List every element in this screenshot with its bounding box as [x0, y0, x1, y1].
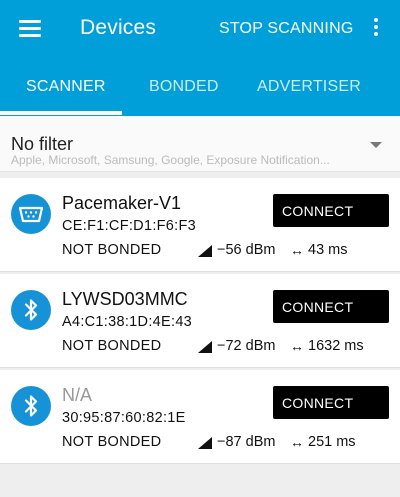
app-bar: Devices STOP SCANNING SCANNER BONDED ADV…: [0, 0, 400, 116]
serial-port-icon: [11, 194, 51, 234]
advertising-interval: 43 ms: [308, 242, 348, 258]
tab-scanner[interactable]: SCANNER: [26, 78, 106, 96]
device-name: N/A: [62, 385, 93, 405]
connect-button[interactable]: CONNECT: [273, 290, 389, 323]
signal-strength-icon: [198, 437, 212, 449]
device-name: LYWSD03MMC: [62, 289, 188, 309]
rssi-value: −56 dBm: [217, 242, 276, 258]
advertising-interval: 1632 ms: [308, 338, 364, 354]
device-address: A4:C1:38:1D:4E:43: [62, 314, 193, 330]
tab-bonded[interactable]: BONDED: [149, 78, 219, 96]
tab-advertiser[interactable]: ADVERTISER: [257, 78, 361, 96]
connect-label: CONNECT: [282, 395, 354, 411]
tab-bar: SCANNER BONDED ADVERTISER: [0, 66, 400, 116]
bluetooth-icon: [11, 290, 51, 330]
bond-state: NOT BONDED: [62, 242, 162, 258]
device-card[interactable]: N/A 30:95:87:60:82:1E NOT BONDED −87 dBm…: [0, 370, 400, 464]
more-options-icon[interactable]: [370, 16, 382, 40]
connect-button[interactable]: CONNECT: [273, 386, 389, 419]
filter-label: No filter: [11, 134, 74, 154]
bluetooth-icon: [11, 386, 51, 426]
toolbar: Devices STOP SCANNING: [0, 0, 400, 58]
filter-dropdown[interactable]: No filter Apple, Microsoft, Samsung, Goo…: [0, 116, 400, 172]
filter-hint: Apple, Microsoft, Samsung, Google, Expos…: [11, 153, 330, 167]
interval-icon: ↔: [290, 242, 304, 258]
device-card[interactable]: Pacemaker-V1 CE:F1:CF:D1:F6:F3 NOT BONDE…: [0, 178, 400, 272]
device-address: 30:95:87:60:82:1E: [62, 410, 186, 426]
interval-icon: ↔: [290, 338, 304, 354]
device-card[interactable]: LYWSD03MMC A4:C1:38:1D:4E:43 NOT BONDED …: [0, 274, 400, 368]
device-name: Pacemaker-V1: [62, 193, 182, 213]
interval-icon: ↔: [290, 434, 304, 450]
selected-tab-indicator: [0, 111, 122, 115]
connect-label: CONNECT: [282, 203, 354, 219]
rssi-value: −72 dBm: [217, 338, 276, 354]
connect-button[interactable]: CONNECT: [273, 194, 389, 227]
connect-label: CONNECT: [282, 299, 354, 315]
stop-scanning-button[interactable]: STOP SCANNING: [219, 20, 353, 38]
signal-strength-icon: [198, 341, 212, 353]
dropdown-arrow-icon: [370, 142, 382, 148]
bond-state: NOT BONDED: [62, 434, 162, 450]
device-address: CE:F1:CF:D1:F6:F3: [62, 218, 197, 234]
rssi-value: −87 dBm: [217, 434, 276, 450]
page-title: Devices: [80, 16, 157, 39]
bond-state: NOT BONDED: [62, 338, 162, 354]
menu-icon[interactable]: [19, 18, 43, 38]
signal-strength-icon: [198, 245, 212, 257]
advertising-interval: 251 ms: [308, 434, 356, 450]
